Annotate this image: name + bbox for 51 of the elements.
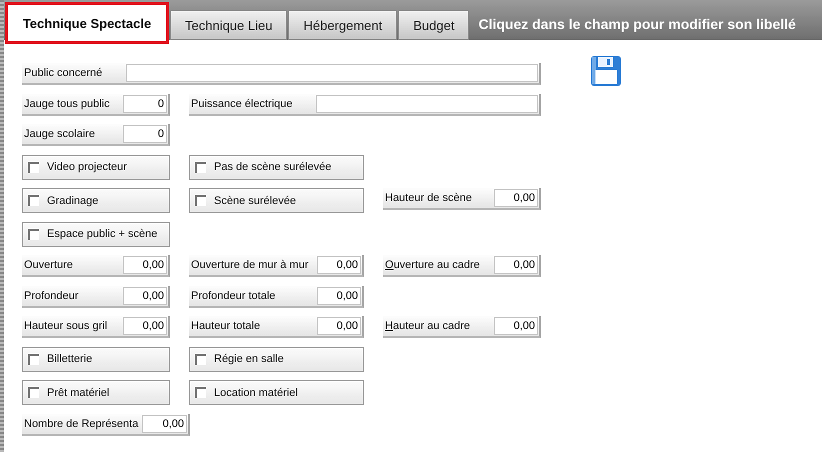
checkbox-option[interactable]: Régie en salle — [189, 346, 364, 372]
field-label: Profondeur — [24, 290, 78, 302]
field-label: Jauge tous public — [24, 98, 110, 110]
checkbox-option[interactable]: Gradinage — [22, 188, 170, 213]
number-field[interactable]: 0,00 — [494, 317, 538, 335]
text-field[interactable] — [316, 94, 538, 112]
number-field[interactable]: 0,00 — [123, 286, 167, 304]
checkbox[interactable] — [28, 228, 39, 240]
checkbox-option[interactable]: Scène surélevée — [189, 188, 364, 213]
number-field[interactable]: 0,00 — [494, 189, 538, 207]
checkbox[interactable] — [195, 354, 206, 364]
field-label: Public concerné — [24, 67, 102, 79]
checkbox[interactable] — [28, 162, 39, 172]
number-field[interactable]: 0 — [123, 94, 167, 112]
field-label: Profondeur totale — [191, 290, 276, 302]
checkbox[interactable] — [195, 162, 206, 172]
field-label: Puissance électrique — [191, 98, 293, 110]
number-field[interactable]: 0,00 — [494, 256, 538, 274]
field-label: Ouverture — [24, 259, 73, 271]
number-field[interactable]: 0,00 — [142, 414, 187, 432]
checkbox-option[interactable]: Espace public + scène — [22, 222, 170, 246]
tab[interactable]: Hébergement — [288, 10, 398, 40]
tab[interactable]: Budget — [398, 10, 470, 40]
checkbox[interactable] — [195, 195, 206, 206]
tab[interactable]: Technique Lieu — [170, 10, 288, 40]
tab[interactable]: Technique Spectacle — [5, 2, 169, 44]
field-label: Hauteur sous gril — [24, 320, 108, 332]
hint-text: Cliquez dans le champ pour modifier son libellé — [478, 16, 796, 32]
checkbox[interactable] — [28, 354, 39, 364]
checkbox[interactable] — [28, 195, 39, 206]
number-field[interactable]: 0,00 — [317, 286, 361, 304]
field-label: Jauge scolaire — [24, 128, 95, 140]
number-field[interactable]: 0,00 — [317, 317, 361, 335]
number-field[interactable]: 0,00 — [317, 256, 361, 274]
field-label: Hauteur de scène — [385, 192, 472, 204]
field-label: Hauteur totale — [191, 320, 260, 332]
field-label: Ouverture de mur à mur — [191, 259, 308, 271]
checkbox-option[interactable]: Video projecteur — [22, 154, 170, 180]
text-field[interactable] — [126, 64, 538, 82]
field-label: Nombre de Représenta — [24, 418, 138, 430]
number-field[interactable]: 0,00 — [123, 256, 167, 274]
checkbox[interactable] — [28, 387, 39, 398]
number-field[interactable]: 0 — [123, 125, 167, 143]
checkbox-option[interactable]: Pas de scène surélevée — [189, 154, 364, 180]
checkbox[interactable] — [195, 387, 206, 398]
field-label: Ouverture au cadre — [385, 259, 480, 271]
checkbox-option[interactable]: Billetterie — [22, 346, 170, 372]
checkbox-option[interactable]: Location matériel — [189, 380, 364, 405]
number-field[interactable]: 0,00 — [123, 317, 167, 335]
field-label: Hauteur au cadre — [385, 320, 470, 332]
checkbox-option[interactable]: Prêt matériel — [22, 380, 170, 405]
